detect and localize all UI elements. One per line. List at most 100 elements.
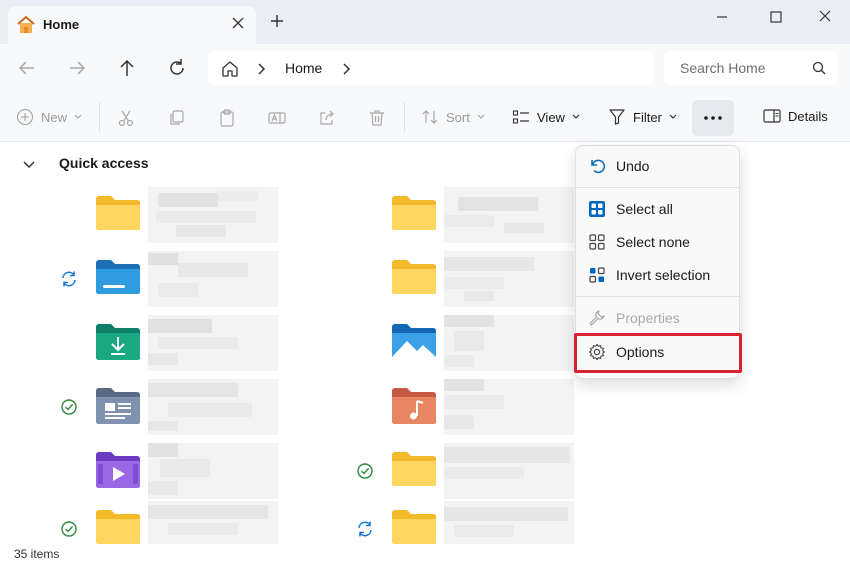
title-bar: Home — [0, 0, 850, 44]
menu-label: Select none — [616, 234, 690, 250]
chevron-right-icon[interactable] — [342, 62, 352, 78]
list-item[interactable] — [356, 187, 574, 245]
list-item[interactable] — [60, 379, 278, 437]
menu-item-properties[interactable]: Properties — [580, 302, 737, 334]
share-icon[interactable] — [318, 109, 336, 130]
delete-icon[interactable] — [368, 109, 386, 130]
up-icon[interactable] — [116, 57, 138, 79]
desktop-folder-icon — [95, 259, 141, 298]
redacted-name — [444, 251, 574, 307]
sort-icon — [422, 110, 438, 124]
close-tab-icon[interactable] — [232, 16, 244, 32]
available-check-icon — [356, 462, 374, 483]
wrench-icon — [588, 309, 606, 330]
refresh-icon[interactable] — [166, 57, 188, 79]
forward-icon[interactable] — [66, 57, 88, 79]
divider — [99, 102, 100, 132]
folder-icon — [95, 195, 141, 234]
new-tab-icon[interactable] — [270, 14, 284, 31]
list-item[interactable] — [356, 251, 574, 309]
invert-selection-icon — [588, 266, 606, 287]
sync-icon — [60, 270, 78, 291]
list-item[interactable] — [356, 443, 574, 501]
videos-folder-icon — [95, 451, 141, 492]
command-bar: New Sort View Filter Details — [0, 92, 850, 142]
list-item[interactable] — [60, 251, 278, 309]
menu-item-invert-selection[interactable]: Invert selection — [580, 259, 737, 291]
tab-home[interactable]: Home — [8, 6, 256, 44]
menu-item-undo[interactable]: Undo — [580, 150, 737, 182]
menu-item-select-all[interactable]: Select all — [580, 193, 737, 225]
redacted-name — [444, 443, 574, 499]
search-box[interactable]: Search Home — [664, 51, 838, 85]
chevron-down-icon[interactable] — [22, 157, 36, 173]
view-icon — [512, 110, 529, 124]
search-placeholder[interactable]: Search Home — [680, 60, 766, 76]
new-button[interactable]: New — [16, 108, 82, 126]
redacted-name — [148, 251, 278, 307]
close-window-icon[interactable] — [810, 8, 840, 28]
view-button[interactable]: View — [512, 108, 580, 126]
view-label: View — [537, 109, 565, 125]
filter-button[interactable]: Filter — [608, 108, 677, 126]
search-icon[interactable] — [812, 61, 826, 78]
filter-label: Filter — [633, 109, 662, 125]
rename-icon[interactable] — [268, 109, 286, 130]
sort-button[interactable]: Sort — [421, 108, 485, 126]
back-icon[interactable] — [16, 57, 38, 79]
list-item[interactable] — [60, 315, 278, 373]
filter-icon — [609, 109, 625, 125]
maximize-icon[interactable] — [761, 8, 791, 28]
chevron-down-icon — [669, 114, 677, 119]
sync-icon — [356, 520, 374, 541]
paste-icon[interactable] — [218, 109, 236, 130]
tab-title: Home — [43, 17, 80, 32]
available-check-icon — [60, 398, 78, 419]
list-item[interactable] — [356, 379, 574, 437]
chevron-down-icon — [477, 114, 485, 119]
more-dots-icon — [704, 116, 722, 120]
redacted-name — [444, 315, 574, 371]
plus-circle-icon — [16, 108, 34, 126]
menu-label: Invert selection — [616, 267, 711, 283]
chevron-right-icon[interactable] — [257, 62, 267, 78]
folder-icon — [391, 195, 437, 234]
home-outline-icon[interactable] — [221, 60, 239, 81]
chevron-down-icon — [74, 114, 82, 119]
address-segment-home[interactable]: Home — [285, 60, 322, 76]
see-more-button[interactable] — [692, 100, 734, 136]
details-button[interactable]: Details — [763, 108, 828, 124]
redacted-name — [444, 187, 574, 243]
details-pane-icon — [763, 109, 781, 123]
redacted-name — [148, 443, 278, 499]
music-folder-icon — [391, 387, 437, 428]
address-bar[interactable]: Home — [208, 51, 654, 85]
redacted-name — [148, 315, 278, 371]
folder-icon — [391, 259, 437, 298]
list-item[interactable] — [356, 315, 574, 373]
minimize-icon[interactable] — [707, 8, 737, 28]
cut-icon[interactable] — [117, 109, 135, 130]
new-label: New — [41, 109, 68, 125]
select-all-icon — [588, 200, 606, 221]
list-item[interactable] — [60, 187, 278, 245]
status-bar: 35 items — [0, 544, 850, 565]
options-highlight-box — [574, 333, 742, 373]
menu-item-select-none[interactable]: Select none — [580, 226, 737, 258]
menu-label: Properties — [616, 310, 680, 326]
item-count: 35 items — [14, 547, 60, 561]
quick-access-header[interactable]: Quick access — [59, 155, 149, 171]
redacted-name — [444, 379, 574, 435]
chevron-down-icon — [572, 114, 580, 119]
copy-icon[interactable] — [168, 109, 186, 130]
sort-label: Sort — [446, 109, 470, 125]
undo-icon — [588, 157, 606, 178]
folder-icon — [95, 509, 141, 548]
list-item[interactable] — [60, 443, 278, 501]
folder-icon — [391, 509, 437, 548]
redacted-name — [148, 379, 278, 435]
details-label: Details — [788, 108, 828, 124]
address-row: Home Search Home — [0, 44, 850, 92]
menu-divider — [576, 296, 739, 297]
folder-icon — [391, 451, 437, 490]
